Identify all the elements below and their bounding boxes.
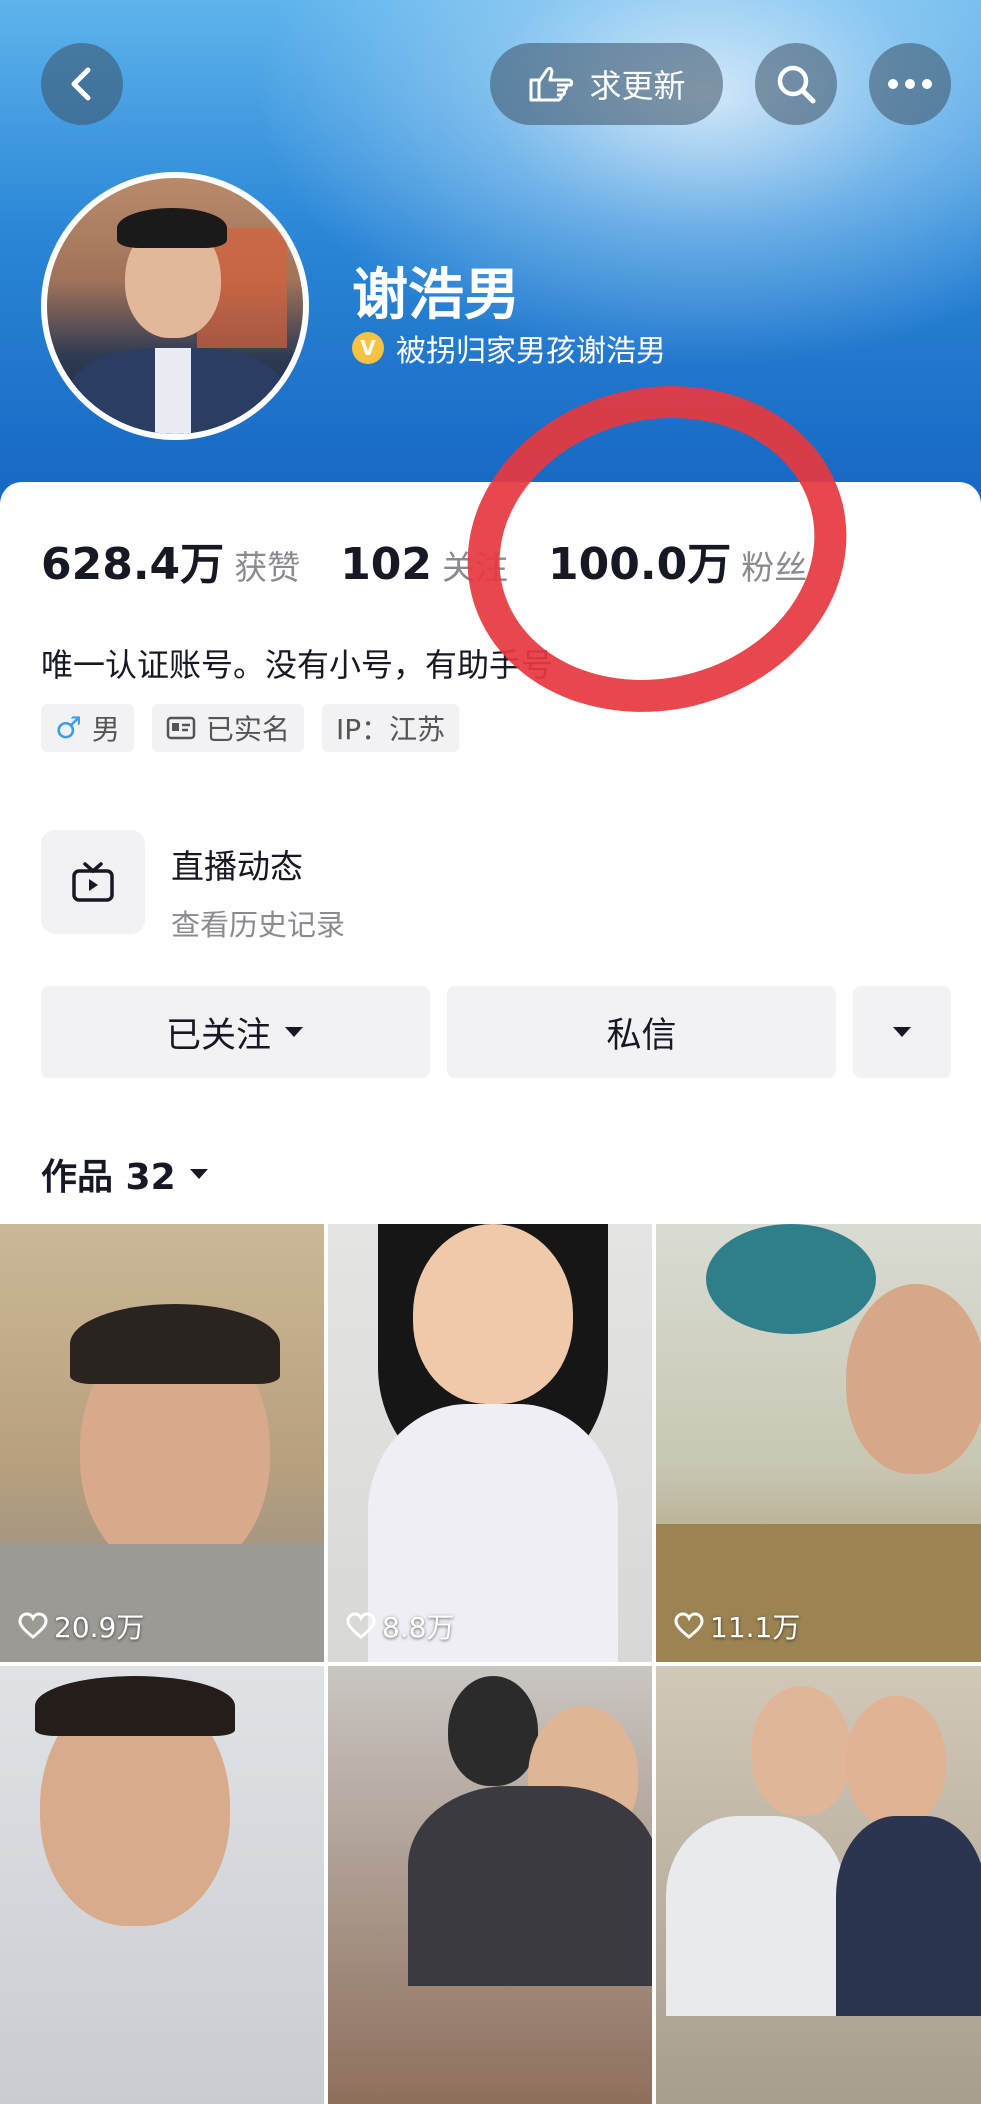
request-update-button[interactable]: 求更新 [490, 43, 723, 125]
more-actions-dropdown[interactable] [853, 986, 951, 1078]
message-button[interactable]: 私信 [447, 986, 836, 1078]
video-thumbnail[interactable]: 20.9万 [0, 1224, 324, 1662]
live-history-entry[interactable]: 直播动态 查看历史记录 [41, 830, 345, 944]
live-subtitle: 查看历史记录 [171, 908, 346, 942]
avatar-shirt [155, 348, 191, 434]
heart-icon [346, 1612, 376, 1639]
thumbnail-hair [70, 1304, 280, 1384]
following-count[interactable]: 102 [340, 539, 432, 590]
likes-count-text: 8.8万 [382, 1611, 455, 1644]
live-icon-container [41, 830, 145, 934]
following-label[interactable]: 关注 [442, 541, 508, 589]
followed-button[interactable]: 已关注 [41, 986, 430, 1078]
likes-label[interactable]: 获赞 [234, 541, 300, 589]
works-label: 作品 32 [41, 1157, 176, 1198]
search-button[interactable] [755, 43, 837, 125]
avatar-hair [117, 208, 227, 248]
thumbnail-clock [706, 1224, 876, 1334]
pointing-hand-icon [529, 66, 574, 102]
more-button[interactable] [869, 43, 951, 125]
message-label: 私信 [606, 1015, 677, 1056]
verification-text: 被拐归家男孩谢浩男 [396, 334, 666, 369]
caret-down-icon [893, 1027, 911, 1037]
video-thumbnail[interactable] [0, 1666, 324, 2104]
back-button[interactable] [41, 43, 123, 125]
works-tab[interactable]: 作品 32 [41, 1148, 210, 1200]
profile-name: 谢浩男 [352, 263, 520, 328]
gender-text: 男 [91, 713, 120, 746]
realname-text: 已实名 [205, 713, 290, 746]
ip-text: IP：江苏 [335, 713, 446, 746]
video-thumbnail[interactable]: 8.8万 [328, 1224, 652, 1662]
thumbnail-hair [35, 1676, 235, 1736]
video-thumbnail[interactable] [328, 1666, 652, 2104]
thumbnail-face [448, 1676, 538, 1786]
caret-down-icon [285, 1027, 303, 1037]
works-grid: 20.9万 8.8万 11.1万 [0, 1224, 981, 2104]
thumbnail-face [413, 1224, 573, 1404]
likes-badge: 11.1万 [674, 1606, 800, 1646]
likes-badge: 20.9万 [18, 1606, 144, 1646]
likes-count-text: 20.9万 [54, 1611, 145, 1644]
ip-tag: IP：江苏 [321, 704, 460, 752]
realname-tag: 已实名 [151, 704, 304, 752]
tag-row: ♂ 男 已实名 IP：江苏 [41, 704, 460, 752]
video-thumbnail[interactable] [656, 1666, 981, 2104]
avatar[interactable] [41, 172, 309, 440]
verified-badge-icon: V [352, 332, 384, 364]
live-title: 直播动态 [171, 847, 303, 886]
tv-live-icon [72, 862, 114, 902]
thumbnail-face [751, 1686, 851, 1816]
thumbnail-clothing [408, 1786, 652, 1986]
male-icon: ♂ [55, 710, 82, 746]
request-update-label: 求更新 [589, 67, 686, 105]
caret-down-icon [189, 1169, 208, 1179]
followed-label: 已关注 [165, 1015, 271, 1056]
bio-text: 唯一认证账号。没有小号，有助手号 [41, 646, 554, 684]
heart-icon [18, 1612, 48, 1639]
followers-count[interactable]: 100.0万 [548, 528, 731, 592]
followers-label[interactable]: 粉丝 [741, 541, 807, 589]
likes-count[interactable]: 628.4万 [41, 528, 224, 592]
id-card-icon [166, 716, 196, 740]
video-thumbnail[interactable]: 11.1万 [656, 1224, 981, 1662]
chevron-left-icon [71, 67, 91, 101]
more-horizontal-icon [888, 79, 932, 89]
thumbnail-face [846, 1284, 981, 1474]
heart-icon [674, 1612, 704, 1639]
verification-line: V 被拐归家男孩谢浩男 [352, 326, 666, 370]
thumbnail-face [846, 1696, 946, 1826]
gender-tag: ♂ 男 [41, 704, 134, 752]
likes-count-text: 11.1万 [710, 1611, 801, 1644]
search-icon [777, 65, 816, 104]
stats-row: 628.4万 获赞 102 关注 100.0万 粉丝 [41, 528, 847, 592]
likes-badge: 8.8万 [346, 1606, 455, 1646]
thumbnail-clothing [836, 1816, 981, 2016]
thumbnail-clothing [666, 1816, 846, 2016]
